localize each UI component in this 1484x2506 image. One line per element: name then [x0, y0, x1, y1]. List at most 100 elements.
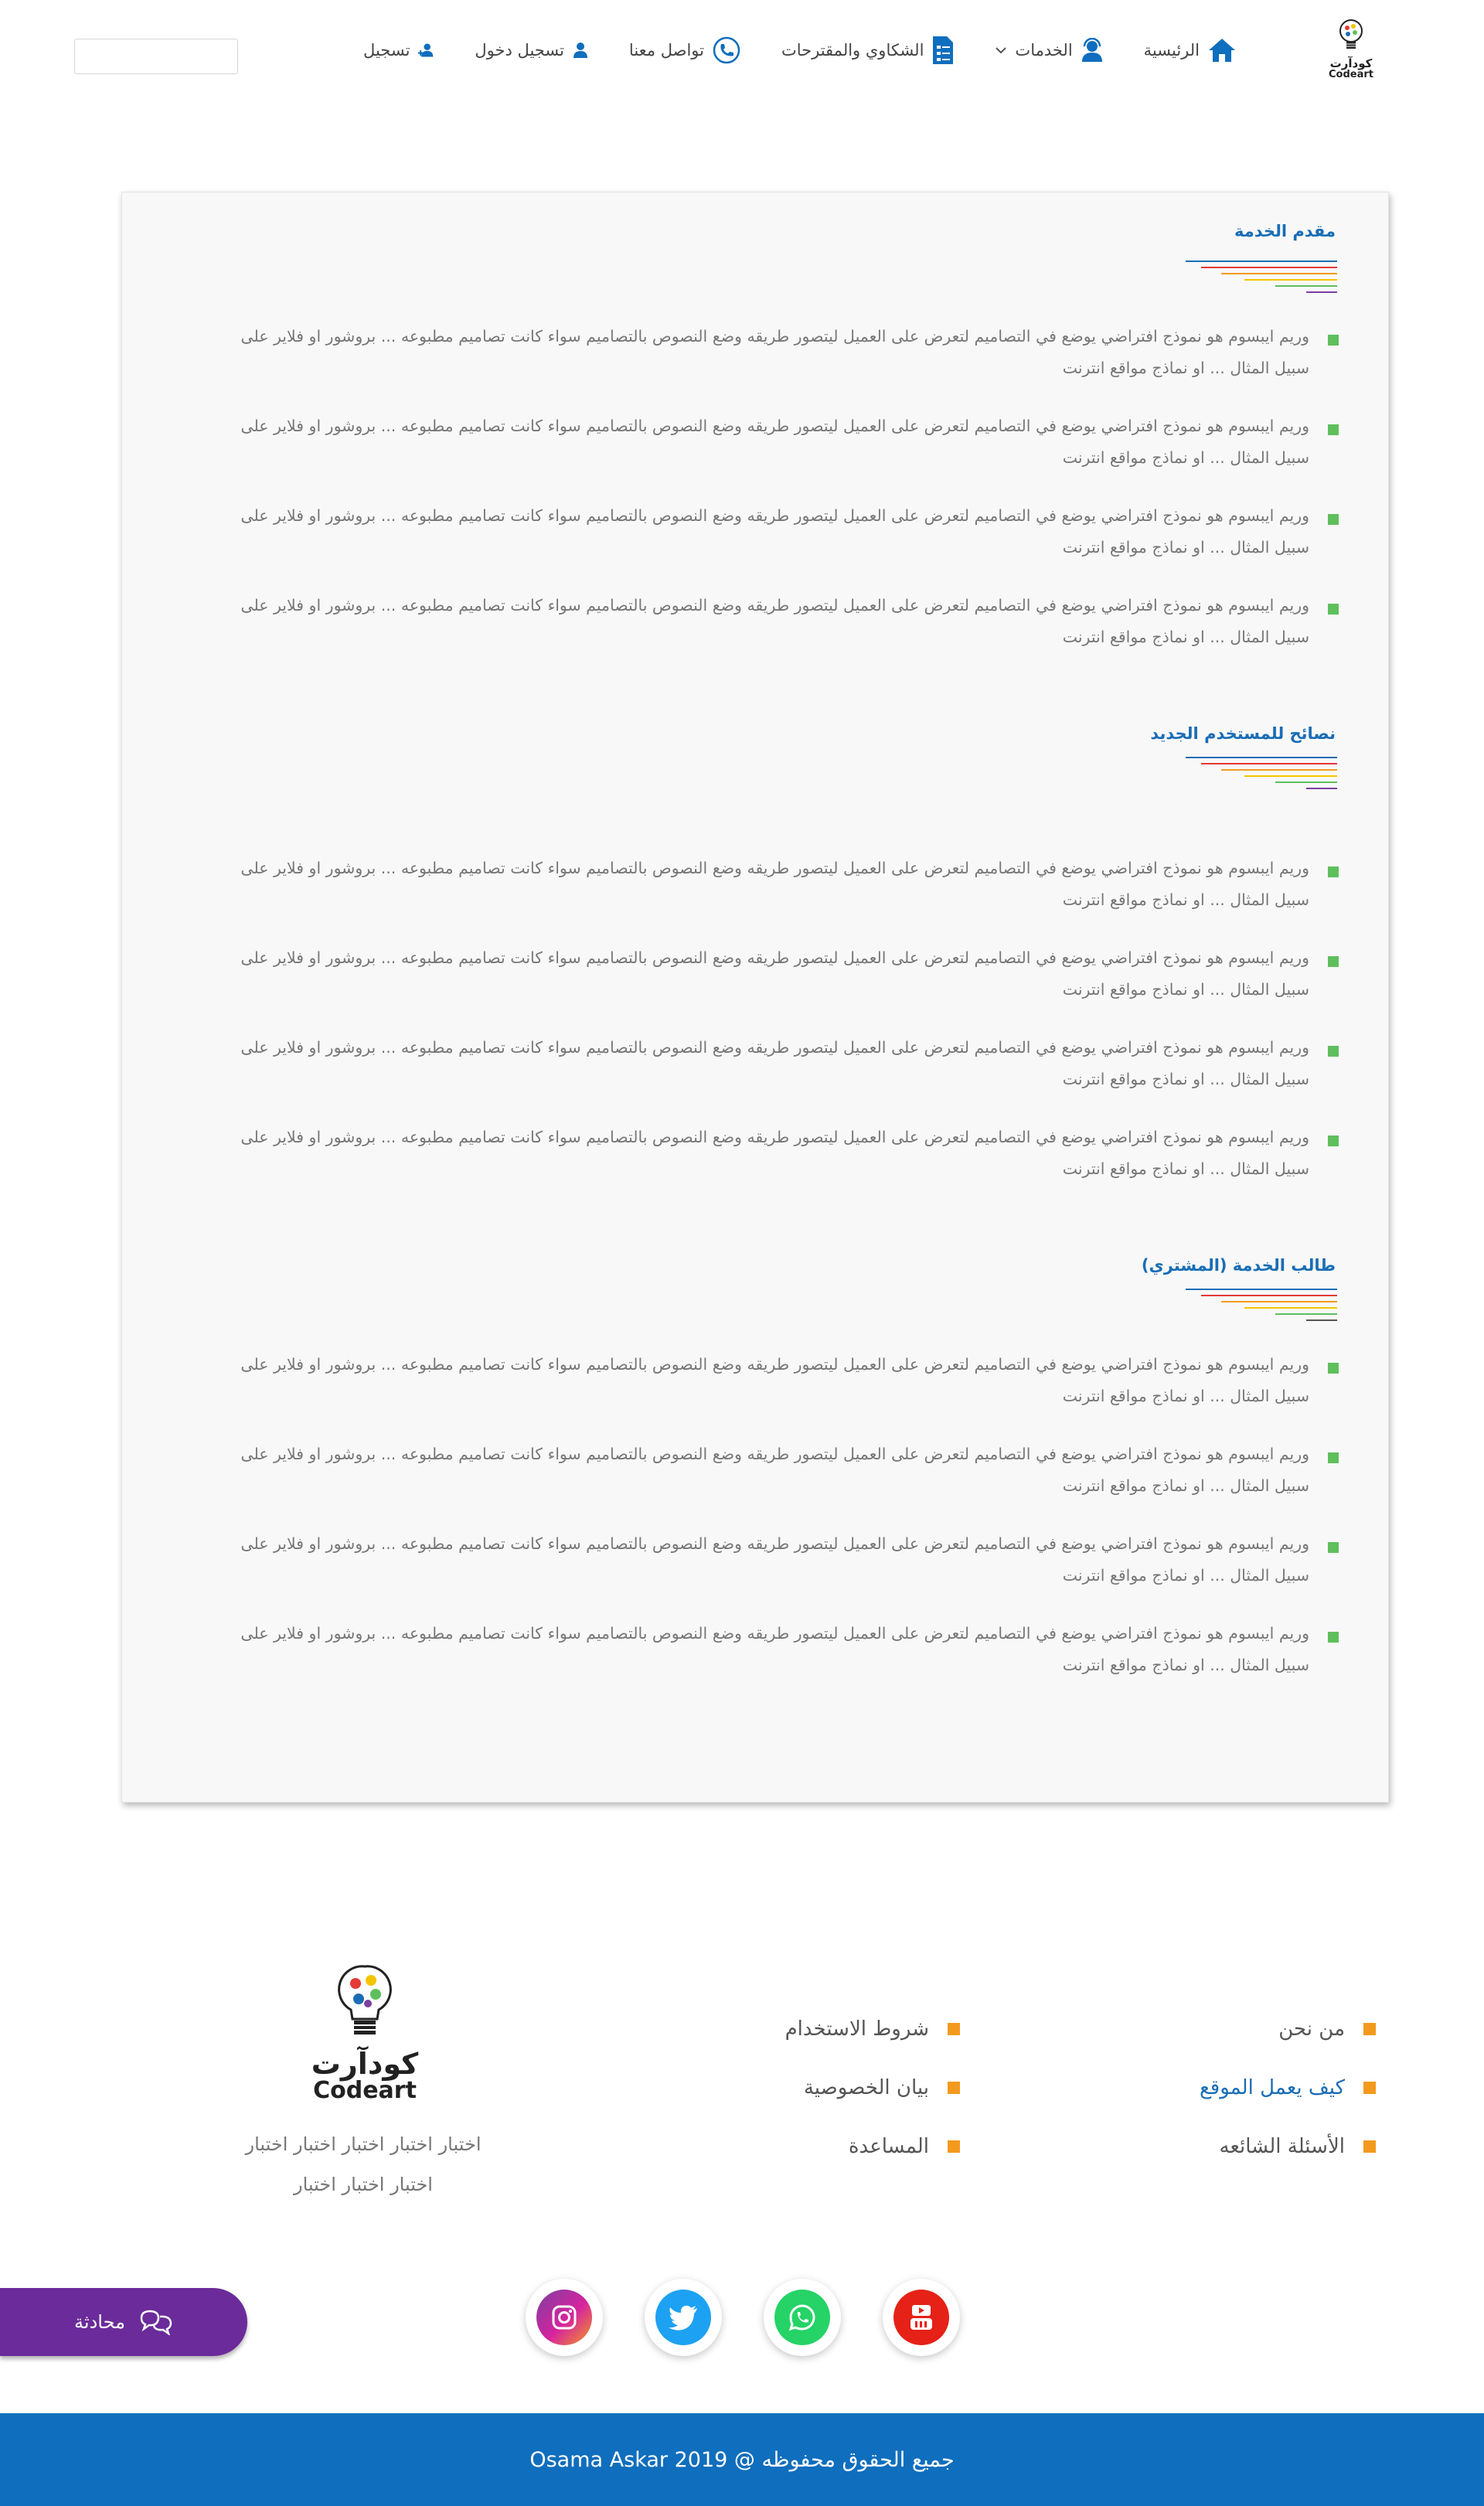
- nav-item-contact[interactable]: تواصل معنا: [629, 36, 741, 65]
- search-input[interactable]: [75, 39, 237, 73]
- list-item: وريم ايبسوم هو نموذج افتراضي يوضع في الت…: [195, 1618, 1339, 1681]
- list-item-text: وريم ايبسوم هو نموذج افتراضي يوضع في الت…: [240, 1038, 1309, 1088]
- list-item: وريم ايبسوم هو نموذج افتراضي يوضع في الت…: [195, 500, 1339, 564]
- whatsapp-icon: [774, 2290, 830, 2345]
- footer-link-help[interactable]: المساعدة: [849, 2135, 960, 2158]
- nav-item-login[interactable]: تسجيل دخول: [475, 41, 589, 60]
- footer-link-privacy[interactable]: بيان الخصوصية: [804, 2076, 960, 2099]
- list-item-text: وريم ايبسوم هو نموذج افتراضي يوضع في الت…: [240, 1624, 1309, 1674]
- bullet-square-icon: [1328, 1136, 1339, 1146]
- bullet-square-icon: [948, 2023, 960, 2035]
- footer-description: اختبار اختبار اختبار اختبار اختبار اختبا…: [209, 2124, 518, 2205]
- nav-label-register: تسجيل: [363, 41, 410, 60]
- list-item: وريم ايبسوم هو نموذج افتراضي يوضع في الت…: [195, 1122, 1339, 1185]
- copyright-bar: جميع الحقوق محفوظه @ 2019 Osama Askar: [0, 2413, 1484, 2506]
- list-item: وريم ايبسوم هو نموذج افتراضي يوضع في الت…: [195, 1349, 1339, 1412]
- nav-item-register[interactable]: تسجيل: [363, 41, 434, 60]
- footer-link-label: من نحن: [1278, 2017, 1345, 2041]
- footer-link-label: كيف يعمل الموقع: [1199, 2076, 1345, 2099]
- footer-link-label: الأسئلة الشائعه: [1219, 2135, 1345, 2158]
- chat-button-label: محادثة: [74, 2311, 125, 2333]
- lightbulb-logo-icon: [1339, 19, 1363, 49]
- footer-link-about[interactable]: من نحن: [1278, 2017, 1376, 2041]
- footer-link-terms[interactable]: شروط الاستخدام: [785, 2017, 960, 2041]
- whatsapp-link[interactable]: [764, 2279, 841, 2356]
- support-agent-icon: [1081, 38, 1102, 62]
- footer-logo-text-ar: كودآرت: [311, 2047, 419, 2081]
- search-box: [74, 39, 238, 74]
- bullet-square-icon: [1328, 604, 1339, 615]
- footer-logo-text-en: Codeart: [313, 2077, 417, 2104]
- bullet-square-icon: [1328, 1542, 1339, 1553]
- list-item: وريم ايبسوم هو نموذج افتراضي يوضع في الت…: [195, 1032, 1339, 1095]
- footer-description-line: اختبار اختبار اختبار اختبار اختبار: [245, 2133, 482, 2155]
- site-header: كودآرت Codeart الرئيسية الخدمات الشكاوي …: [0, 0, 1484, 108]
- list-item-text: وريم ايبسوم هو نموذج افتراضي يوضع في الت…: [240, 417, 1309, 467]
- chat-bubbles-icon: [140, 2310, 172, 2335]
- nav-label-services: الخدمات: [1015, 41, 1073, 60]
- list-item-text: وريم ايبسوم هو نموذج افتراضي يوضع في الت…: [240, 1355, 1309, 1405]
- user-icon: [573, 43, 587, 58]
- main-nav: الرئيسية الخدمات الشكاوي والمقترحات تواص…: [363, 31, 1237, 70]
- list-item-text: وريم ايبسوم هو نموذج افتراضي يوضع في الت…: [240, 1128, 1309, 1178]
- twitter-icon: [655, 2290, 711, 2345]
- footer-link-how-it-works[interactable]: كيف يعمل الموقع: [1200, 2076, 1376, 2099]
- list-item: وريم ايبسوم هو نموذج افتراضي يوضع في الت…: [195, 410, 1339, 474]
- bullet-square-icon: [1363, 2023, 1376, 2035]
- bullet-square-icon: [1363, 2140, 1376, 2153]
- list-item-text: وريم ايبسوم هو نموذج افتراضي يوضع في الت…: [240, 948, 1309, 999]
- list-item-text: وريم ايبسوم هو نموذج افتراضي يوضع في الت…: [240, 1534, 1309, 1585]
- decorative-color-lines: [1183, 1289, 1337, 1335]
- footer-logo: كودآرت Codeart: [311, 1963, 419, 2103]
- instagram-link[interactable]: [526, 2279, 603, 2356]
- home-icon: [1209, 39, 1235, 62]
- bullet-square-icon: [1328, 867, 1339, 877]
- decorative-color-lines: [1183, 260, 1337, 307]
- bullet-square-icon: [1328, 1452, 1339, 1463]
- bullet-square-icon: [1328, 514, 1339, 525]
- bullet-square-icon: [948, 2140, 960, 2153]
- nav-item-services[interactable]: الخدمات: [995, 38, 1103, 63]
- footer-link-label: بيان الخصوصية: [803, 2076, 929, 2099]
- copyright-text: جميع الحقوق محفوظه @ 2019 Osama Askar: [529, 2447, 955, 2472]
- list-item: وريم ايبسوم هو نموذج افتراضي يوضع في الت…: [195, 590, 1339, 653]
- logo-text-ar: كودآرت: [1329, 56, 1373, 70]
- content-card: مقدم الخدمة وريم ايبسوم هو نموذج افتراضي…: [121, 192, 1389, 1803]
- section-title: طالب الخدمة (المشتري): [1141, 1256, 1336, 1275]
- chevron-down-icon[interactable]: [995, 46, 1007, 55]
- bullet-square-icon: [1328, 1632, 1339, 1643]
- list-item: وريم ايبسوم هو نموذج افتراضي يوضع في الت…: [195, 321, 1339, 384]
- youtube-icon: [893, 2290, 949, 2345]
- list-item-text: وريم ايبسوم هو نموذج افتراضي يوضع في الت…: [240, 859, 1309, 909]
- site-logo[interactable]: كودآرت Codeart: [1326, 17, 1376, 82]
- decorative-color-lines: [1183, 757, 1337, 803]
- section-title: نصائح للمستخدم الجديد: [1150, 724, 1336, 743]
- lightbulb-logo-icon: [338, 1965, 392, 2034]
- bullet-square-icon: [948, 2082, 960, 2094]
- logo-text-en: Codeart: [1329, 69, 1373, 80]
- list-item-text: وريم ايبسوم هو نموذج افتراضي يوضع في الت…: [240, 596, 1309, 646]
- footer-link-label: شروط الاستخدام: [785, 2017, 929, 2041]
- clipboard-icon: [933, 36, 954, 64]
- youtube-link[interactable]: [883, 2279, 960, 2356]
- list-item: وريم ايبسوم هو نموذج افتراضي يوضع في الت…: [195, 1528, 1339, 1592]
- footer-link-faq[interactable]: الأسئلة الشائعه: [1220, 2135, 1376, 2158]
- list-item-text: وريم ايبسوم هو نموذج افتراضي يوضع في الت…: [240, 506, 1309, 557]
- instagram-icon: [536, 2290, 592, 2345]
- chat-button[interactable]: محادثة: [0, 2288, 247, 2356]
- bullet-square-icon: [1328, 1046, 1339, 1057]
- user-add-icon: [418, 43, 434, 57]
- social-links: [526, 2279, 960, 2356]
- nav-item-home[interactable]: الرئيسية: [1144, 37, 1237, 63]
- footer-link-label: المساعدة: [848, 2135, 929, 2158]
- bullet-square-icon: [1363, 2082, 1376, 2094]
- twitter-link[interactable]: [645, 2279, 722, 2356]
- footer-description-line: اختبار اختبار اختبار: [294, 2174, 433, 2195]
- nav-label-login: تسجيل دخول: [475, 41, 564, 60]
- bullet-square-icon: [1328, 335, 1339, 346]
- bullet-square-icon: [1328, 424, 1339, 435]
- bullet-square-icon: [1328, 1363, 1339, 1374]
- list-item-text: وريم ايبسوم هو نموذج افتراضي يوضع في الت…: [240, 1445, 1309, 1495]
- nav-item-complaints[interactable]: الشكاوي والمقترحات: [781, 35, 955, 66]
- list-item: وريم ايبسوم هو نموذج افتراضي يوضع في الت…: [195, 853, 1339, 916]
